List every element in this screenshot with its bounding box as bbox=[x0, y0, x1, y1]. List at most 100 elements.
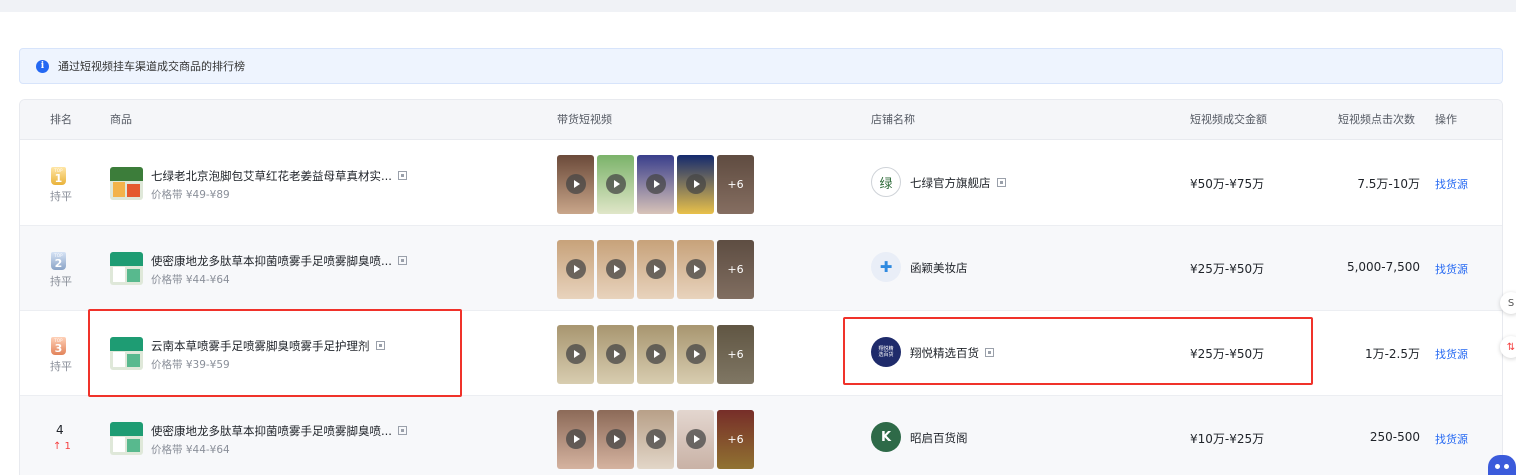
table-header: 排名 商品 带货短视频 店铺名称 短视频成交金额 短视频点击次数 操作 bbox=[20, 100, 1502, 140]
play-icon bbox=[646, 344, 666, 364]
product-title-text[interactable]: 使密康地龙多肽草本抑菌喷雾手足喷雾脚臭喷... bbox=[151, 254, 392, 268]
rank-number: 2 bbox=[54, 257, 63, 270]
table-row[interactable]: TOP 2 持平 使密康地龙多肽草本抑菌喷雾手足喷雾脚臭喷... 价格带 ¥44… bbox=[20, 226, 1502, 311]
video-thumbnail[interactable] bbox=[597, 410, 634, 469]
play-icon bbox=[686, 344, 706, 364]
play-icon bbox=[646, 259, 666, 279]
table-row[interactable]: 4 ↑ 1 使密康地龙多肽草本抑菌喷雾手足喷雾脚臭喷... 价格带 ¥44-¥6… bbox=[20, 396, 1502, 475]
shop-logo: K bbox=[871, 422, 901, 452]
rank-trend: 持平 bbox=[50, 190, 72, 203]
video-strip: +6 bbox=[557, 325, 754, 384]
rank-number: 3 bbox=[54, 342, 63, 355]
shop-logo: ✚ bbox=[871, 252, 901, 282]
col-action: 操作 bbox=[1435, 113, 1457, 126]
video-thumbnail[interactable] bbox=[557, 155, 594, 214]
play-icon bbox=[646, 174, 666, 194]
video-thumbnail[interactable] bbox=[597, 325, 634, 384]
play-icon bbox=[606, 429, 626, 449]
find-source-link[interactable]: 找货源 bbox=[1435, 346, 1468, 362]
video-thumbnail[interactable] bbox=[557, 410, 594, 469]
more-videos-count[interactable]: +6 bbox=[717, 410, 754, 469]
rank-badge: TOP 1 bbox=[51, 167, 66, 185]
find-source-link[interactable]: 找货源 bbox=[1435, 176, 1468, 192]
product-title-text[interactable]: 七绿老北京泡脚包艾草红花老姜益母草真材实... bbox=[151, 169, 392, 183]
play-icon bbox=[566, 429, 586, 449]
video-thumbnail[interactable] bbox=[637, 155, 674, 214]
qr-code-icon[interactable] bbox=[397, 426, 407, 435]
clicks-value: 1万-2.5万 bbox=[1364, 347, 1420, 361]
video-thumbnail[interactable] bbox=[637, 240, 674, 299]
play-icon bbox=[606, 174, 626, 194]
clicks-value: 7.5万-10万 bbox=[1357, 177, 1420, 191]
shop-name[interactable]: 函颖美妆店 bbox=[910, 260, 968, 276]
product-thumbnail[interactable] bbox=[110, 422, 143, 455]
col-rank: 排名 bbox=[50, 113, 72, 126]
video-thumbnail[interactable] bbox=[677, 410, 714, 469]
video-more[interactable]: +6 bbox=[717, 410, 754, 469]
product-title[interactable]: 使密康地龙多肽草本抑菌喷雾手足喷雾脚臭喷... bbox=[151, 253, 407, 269]
play-icon bbox=[566, 259, 586, 279]
product-title[interactable]: 使密康地龙多肽草本抑菌喷雾手足喷雾脚臭喷... bbox=[151, 423, 407, 439]
notice-text: 通过短视频挂车渠道成交商品的排行榜 bbox=[58, 60, 245, 73]
play-icon bbox=[686, 174, 706, 194]
video-thumbnail[interactable] bbox=[677, 240, 714, 299]
play-icon bbox=[686, 429, 706, 449]
side-fab-sort[interactable]: ⇅ bbox=[1500, 336, 1516, 358]
shop-name[interactable]: 七绿官方旗舰店 bbox=[910, 175, 1006, 191]
more-videos-count[interactable]: +6 bbox=[717, 240, 754, 299]
qr-code-icon[interactable] bbox=[397, 256, 407, 265]
video-thumbnail[interactable] bbox=[677, 325, 714, 384]
play-icon bbox=[606, 259, 626, 279]
rank-number: 4 bbox=[56, 423, 64, 437]
info-icon: i bbox=[36, 59, 49, 73]
table-row[interactable]: TOP 1 持平 七绿老北京泡脚包艾草红花老姜益母草真材实... 价格带 ¥49… bbox=[20, 141, 1502, 226]
product-title-text[interactable]: 使密康地龙多肽草本抑菌喷雾手足喷雾脚臭喷... bbox=[151, 424, 392, 438]
rank-trend: 持平 bbox=[50, 275, 72, 288]
chatbot-icon[interactable] bbox=[1488, 455, 1516, 475]
top-bar bbox=[0, 0, 1516, 12]
play-icon bbox=[686, 259, 706, 279]
video-strip: +6 bbox=[557, 155, 754, 214]
play-icon bbox=[566, 174, 586, 194]
video-more[interactable]: +6 bbox=[717, 325, 754, 384]
video-thumbnail[interactable] bbox=[637, 325, 674, 384]
shop-name-text[interactable]: 七绿官方旗舰店 bbox=[910, 176, 991, 190]
more-videos-count[interactable]: +6 bbox=[717, 325, 754, 384]
video-strip: +6 bbox=[557, 240, 754, 299]
video-thumbnail[interactable] bbox=[557, 325, 594, 384]
col-clicks: 短视频点击次数 bbox=[1338, 113, 1415, 126]
clicks-value: 5,000-7,500 bbox=[1346, 260, 1420, 274]
find-source-link[interactable]: 找货源 bbox=[1435, 261, 1468, 277]
video-more[interactable]: +6 bbox=[717, 155, 754, 214]
more-videos-count[interactable]: +6 bbox=[717, 155, 754, 214]
shop-name-text[interactable]: 昭启百货阁 bbox=[910, 431, 968, 445]
video-thumbnail[interactable] bbox=[637, 410, 674, 469]
play-icon bbox=[566, 344, 586, 364]
col-product: 商品 bbox=[110, 113, 132, 126]
highlight-box-shop-gmv bbox=[843, 317, 1313, 385]
video-thumbnail[interactable] bbox=[597, 155, 634, 214]
col-shop: 店铺名称 bbox=[871, 113, 915, 126]
qr-code-icon[interactable] bbox=[996, 178, 1006, 187]
shop-name-text[interactable]: 函颖美妆店 bbox=[910, 261, 968, 275]
price-range: 价格带 ¥44-¥64 bbox=[151, 444, 230, 456]
play-icon bbox=[606, 344, 626, 364]
shop-name[interactable]: 昭启百货阁 bbox=[910, 430, 968, 446]
rank-trend: 持平 bbox=[50, 360, 72, 373]
gmv-value: ¥25万-¥50万 bbox=[1190, 262, 1265, 276]
find-source-link[interactable]: 找货源 bbox=[1435, 431, 1468, 447]
side-fab-top[interactable]: S bbox=[1500, 292, 1516, 314]
product-thumbnail[interactable] bbox=[110, 167, 143, 200]
qr-code-icon[interactable] bbox=[397, 171, 407, 180]
product-thumbnail[interactable] bbox=[110, 252, 143, 285]
video-thumbnail[interactable] bbox=[677, 155, 714, 214]
product-title[interactable]: 七绿老北京泡脚包艾草红花老姜益母草真材实... bbox=[151, 168, 407, 184]
clicks-value: 250-500 bbox=[1369, 430, 1420, 444]
gmv-value: ¥50万-¥75万 bbox=[1190, 177, 1265, 191]
shop-logo: 绿 bbox=[871, 167, 901, 197]
video-thumbnail[interactable] bbox=[597, 240, 634, 299]
video-thumbnail[interactable] bbox=[557, 240, 594, 299]
video-strip: +6 bbox=[557, 410, 754, 469]
rank-number: 1 bbox=[54, 172, 63, 185]
video-more[interactable]: +6 bbox=[717, 240, 754, 299]
